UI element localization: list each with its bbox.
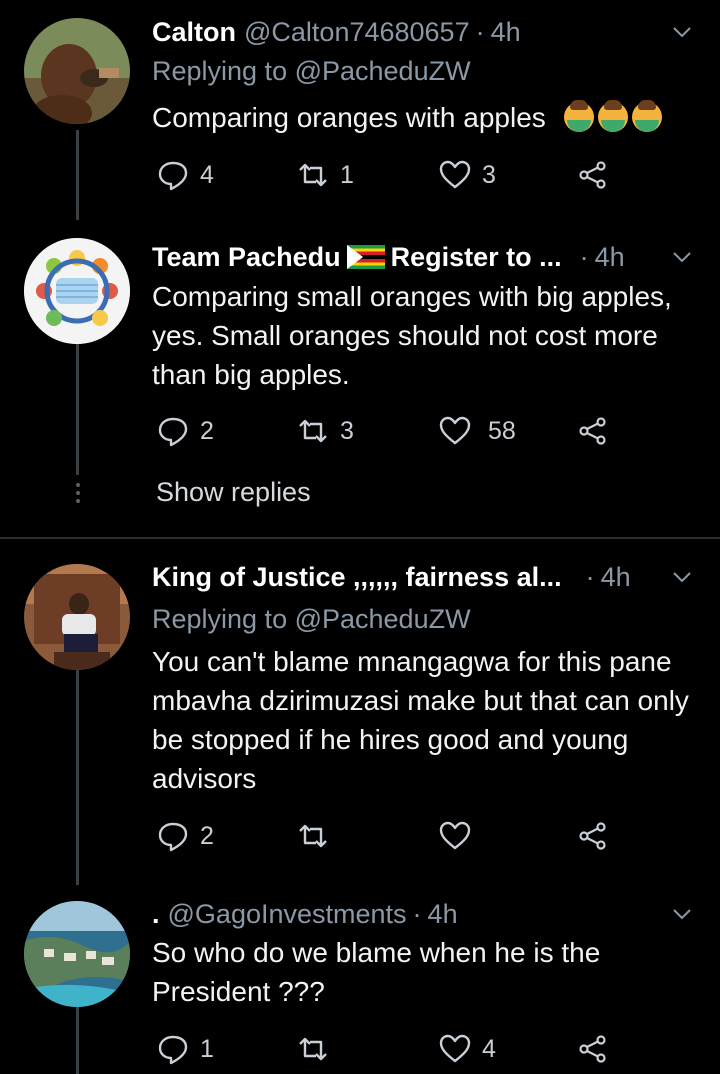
tweet-header: Team Pachedu Register to ... · 4h: [152, 239, 700, 275]
user-handle[interactable]: @GagoInvestments: [168, 899, 407, 930]
show-replies-link[interactable]: Show replies: [156, 477, 311, 508]
replying-to[interactable]: Replying to @PacheduZW: [152, 604, 471, 635]
tweet-text: You can't blame mnangagwa for this pane …: [152, 646, 689, 794]
like-button[interactable]: 4: [438, 1029, 496, 1069]
tweet-gagoinvestments[interactable]: . @GagoInvestments · 4h So who do we bla…: [0, 885, 720, 1074]
share-button[interactable]: [576, 816, 610, 856]
like-count: 3: [482, 160, 496, 189]
tweet-king-of-justice[interactable]: King of Justice ,,,,,, fairness al... · …: [0, 540, 720, 885]
avatar[interactable]: [24, 901, 130, 1007]
share-button[interactable]: [576, 411, 610, 451]
chevron-down-icon[interactable]: [670, 902, 694, 926]
display-name[interactable]: King of Justice ,,,,,, fairness al...: [152, 562, 562, 593]
reply-button[interactable]: 2: [156, 816, 214, 856]
retweet-count: 3: [340, 416, 354, 445]
like-count: 58: [488, 416, 516, 445]
thread-line: [76, 1007, 79, 1074]
display-name-suffix[interactable]: Register to ...: [391, 242, 562, 273]
more-dots-icon: [76, 483, 80, 503]
reply-button[interactable]: 4: [156, 155, 214, 195]
replying-to[interactable]: Replying to @PacheduZW: [152, 56, 471, 87]
tweet-text: Comparing small oranges with big apples,…: [152, 281, 672, 390]
thread-line: [76, 670, 79, 885]
retweet-button[interactable]: [296, 816, 340, 856]
like-icon: [439, 416, 471, 445]
reply-count: 2: [200, 416, 214, 445]
tweet-text: So who do we blame when he is the Presid…: [152, 937, 601, 1007]
tweet-header: . @GagoInvestments · 4h: [152, 896, 700, 932]
reply-icon: [158, 161, 188, 191]
chevron-down-icon[interactable]: [670, 565, 694, 589]
retweet-button[interactable]: [296, 1029, 340, 1069]
dot-separator: ·: [585, 561, 595, 592]
share-icon: [579, 1035, 606, 1063]
thread-line: [76, 130, 79, 220]
timestamp[interactable]: 4h: [491, 17, 521, 48]
like-button[interactable]: 3: [438, 155, 496, 195]
zimbabwe-flag-emoji: [346, 245, 385, 269]
person-gesturing-ok-emoji: [560, 100, 662, 133]
dot-separator: ·: [412, 898, 422, 929]
dot-separator: ·: [579, 241, 589, 272]
share-button[interactable]: [576, 1029, 610, 1069]
dot-separator: ·: [475, 16, 485, 47]
like-icon: [439, 160, 471, 189]
retweet-icon: [299, 419, 327, 443]
reply-count: 2: [200, 821, 214, 850]
like-count: 4: [482, 1034, 496, 1063]
display-name[interactable]: Team Pachedu: [152, 242, 341, 273]
like-button[interactable]: [438, 816, 482, 856]
tweet-text: Comparing oranges with apples: [152, 98, 690, 137]
reply-button[interactable]: 1: [156, 1029, 214, 1069]
timestamp[interactable]: 4h: [595, 242, 625, 273]
display-name[interactable]: Calton: [152, 17, 236, 48]
tweet-calton[interactable]: Calton @Calton74680657 · 4h Replying to …: [0, 0, 720, 220]
retweet-icon: [299, 163, 327, 187]
share-button[interactable]: [576, 155, 610, 195]
retweet-count: 1: [340, 160, 354, 189]
share-icon: [579, 417, 606, 445]
divider: [0, 537, 720, 539]
like-icon: [439, 821, 471, 850]
share-icon: [579, 161, 606, 189]
reply-icon: [158, 417, 188, 447]
thread-line: [76, 325, 79, 475]
reply-icon: [158, 1035, 188, 1065]
timestamp[interactable]: 4h: [428, 899, 458, 930]
display-name[interactable]: .: [152, 899, 160, 930]
reply-count: 1: [200, 1034, 214, 1063]
chevron-down-icon[interactable]: [670, 245, 694, 269]
tweet-text-content: Comparing oranges with apples: [152, 102, 546, 133]
avatar[interactable]: [24, 238, 130, 344]
retweet-icon: [299, 1037, 327, 1061]
like-icon: [439, 1034, 471, 1063]
retweet-button[interactable]: 1: [296, 155, 354, 195]
share-icon: [579, 822, 606, 850]
reply-icon: [158, 822, 188, 852]
like-button[interactable]: 58: [438, 411, 516, 451]
reply-count: 4: [200, 160, 214, 189]
retweet-button[interactable]: 3: [296, 411, 354, 451]
avatar[interactable]: [24, 564, 130, 670]
timestamp[interactable]: 4h: [601, 562, 631, 593]
avatar[interactable]: [24, 18, 130, 124]
tweet-header: King of Justice ,,,,,, fairness al... · …: [152, 559, 700, 595]
tweet-team-pachedu[interactable]: Team Pachedu Register to ... · 4h Compar…: [0, 215, 720, 535]
user-handle[interactable]: @Calton74680657: [244, 17, 470, 48]
retweet-icon: [299, 824, 327, 848]
chevron-down-icon[interactable]: [670, 20, 694, 44]
reply-button[interactable]: 2: [156, 411, 214, 451]
tweet-header: Calton @Calton74680657 · 4h: [152, 14, 700, 50]
